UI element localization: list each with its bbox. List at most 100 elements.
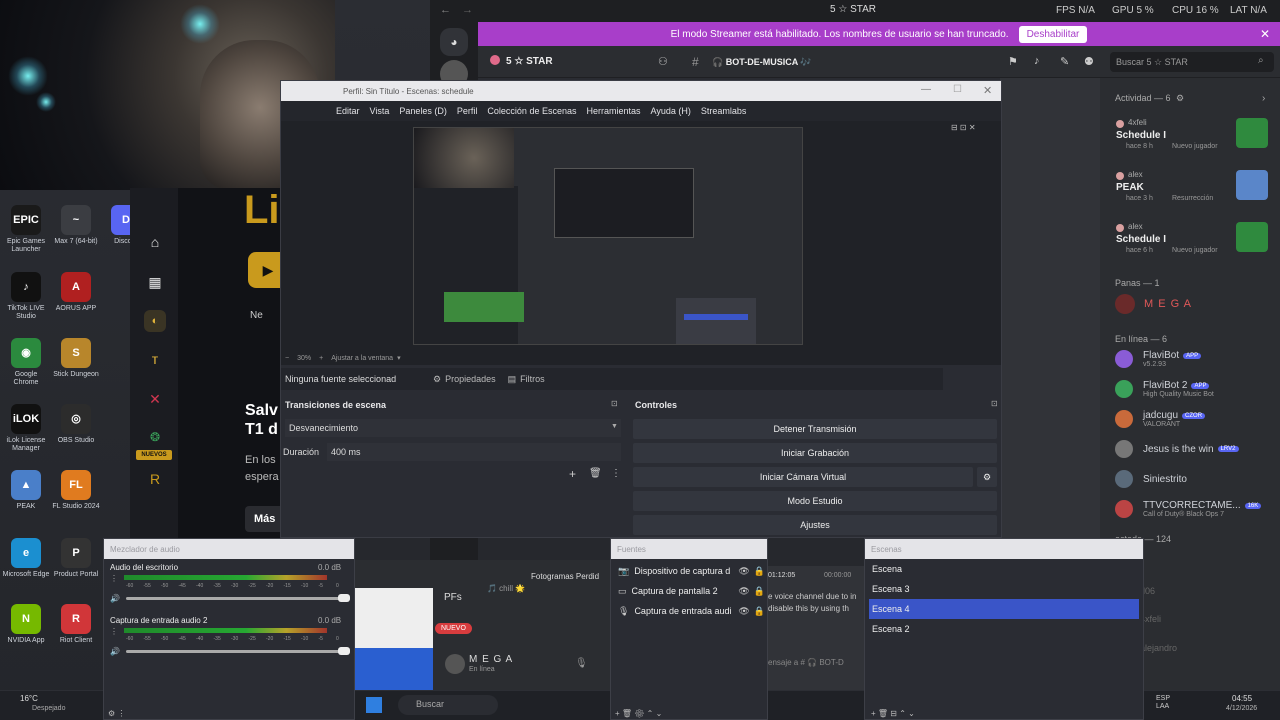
chevron-down-icon[interactable]: ▼ <box>611 423 618 430</box>
mic-icon[interactable]: 🎙 <box>575 658 588 669</box>
taskbar-search[interactable]: Buscar <box>398 695 498 715</box>
avatar[interactable] <box>1116 120 1124 128</box>
desktop-icon[interactable]: ♪ TikTok LIVE Studio <box>2 272 50 320</box>
more-icon[interactable]: ⋮ <box>110 627 118 636</box>
member-item[interactable]: Jesus is the win LRV2 <box>1115 440 1280 458</box>
offline-member[interactable]: alejandro <box>1140 643 1177 653</box>
menu-item[interactable]: Perfil <box>457 106 478 116</box>
member-item[interactable]: jadcugu CZOR VALORANT <box>1115 410 1280 428</box>
menu-item[interactable]: Ayuda (H) <box>651 106 691 116</box>
close-icon[interactable]: ✕ <box>983 84 992 97</box>
avatar[interactable] <box>1116 172 1124 180</box>
mixer-settings-icon[interactable]: ⚙ ⋮ <box>108 709 125 718</box>
sources-toolbar[interactable]: + 🗑 ⚙ ⌃ ⌄ <box>615 709 662 718</box>
transition-select[interactable]: Desvanecimiento <box>285 419 621 437</box>
more-button[interactable]: Más <box>245 506 285 532</box>
trash-icon[interactable]: 🗑 <box>589 468 602 479</box>
clock-time[interactable]: 04:55 <box>1232 694 1252 703</box>
undock-icon[interactable]: ⊡ <box>991 399 998 408</box>
desktop-icon[interactable]: S Stick Dungeon <box>52 338 100 379</box>
game-art[interactable] <box>1236 118 1268 148</box>
control-button[interactable]: Iniciar Cámara Virtual <box>633 467 973 487</box>
avatar[interactable] <box>445 654 465 674</box>
chill-channel[interactable]: 🎵 chill 🌟 <box>487 584 525 593</box>
gear-icon[interactable]: ⚙ <box>977 467 997 487</box>
properties-icon[interactable]: ⚙ <box>433 374 441 385</box>
eye-icon[interactable]: 👁 <box>738 566 749 577</box>
avatar[interactable] <box>1115 294 1135 314</box>
bell-icon[interactable]: ♪ <box>1034 55 1040 67</box>
slider-handle[interactable] <box>338 647 350 655</box>
lock-icon[interactable]: 🔒 <box>754 586 765 597</box>
grid-icon[interactable]: ▦ <box>146 273 164 291</box>
zoom-out-icon[interactable]: − <box>285 355 289 362</box>
maximize-icon[interactable]: ☐ <box>953 84 962 95</box>
menu-item[interactable]: Streamlabs <box>701 106 747 116</box>
properties-button[interactable]: Propiedades <box>445 374 496 384</box>
menu-item[interactable]: Herramientas <box>586 106 640 116</box>
filters-button[interactable]: Filtros <box>520 374 545 384</box>
desktop-icon[interactable]: N NVIDIA App <box>2 604 50 645</box>
source-item[interactable]: 📷 Dispositivo de captura d 👁 🔒 <box>615 561 765 581</box>
control-button[interactable]: Iniciar Grabación <box>633 443 997 463</box>
duration-input[interactable]: 400 ms <box>327 443 621 461</box>
desktop-icon[interactable]: ~ Max 7 (64-bit) <box>52 205 100 246</box>
control-button[interactable]: Ajustes <box>633 515 997 535</box>
forward-icon[interactable]: → <box>462 4 473 16</box>
desktop-icon[interactable]: A AORUS APP <box>52 272 100 313</box>
windows-icon[interactable] <box>366 697 382 713</box>
game-icon[interactable]: ◐ <box>144 310 166 332</box>
avatar[interactable] <box>1116 224 1124 232</box>
app-icon[interactable]: ❂ <box>146 428 164 446</box>
desktop-icon[interactable]: ◉ Google Chrome <box>2 338 50 386</box>
obs-preview-canvas[interactable] <box>413 127 803 345</box>
back-icon[interactable]: ← <box>440 4 451 16</box>
search-input[interactable]: Buscar 5 ☆ STAR <box>1110 52 1274 72</box>
game-art[interactable] <box>1236 222 1268 252</box>
valorant-icon[interactable]: ✕ <box>146 390 164 408</box>
desktop-icon[interactable]: ◎ OBS Studio <box>52 404 100 445</box>
scene-item[interactable]: Escena 4 <box>869 599 1139 619</box>
menu-item[interactable]: Colección de Escenas <box>487 106 576 116</box>
server-name[interactable]: 5 ☆ STAR <box>506 56 553 67</box>
menu-item[interactable]: Paneles (D) <box>399 106 447 116</box>
game-art[interactable] <box>1236 170 1268 200</box>
scene-item[interactable]: Escena 2 <box>869 619 1139 639</box>
control-button[interactable]: Modo Estudio <box>633 491 997 511</box>
member-item[interactable]: Siniestrito <box>1115 470 1280 488</box>
control-button[interactable]: Detener Transmisión <box>633 419 997 439</box>
disable-button[interactable]: Deshabilitar <box>1018 25 1088 43</box>
volume-slider[interactable] <box>126 650 350 653</box>
speaker-icon[interactable]: 🔊 <box>110 594 120 603</box>
message-input[interactable]: ensaje a # 🎧 BOT-D <box>768 658 844 667</box>
threads-icon[interactable]: ⚑ <box>1008 55 1018 68</box>
minimize-icon[interactable]: — <box>921 84 931 95</box>
scenes-toolbar[interactable]: + 🗑 ⊟ ⌃ ⌄ <box>871 709 915 718</box>
voice-user[interactable]: M E G A <box>469 654 513 665</box>
desktop-icon[interactable]: FL FL Studio 2024 <box>52 470 100 511</box>
undock-icon[interactable]: ⊡ <box>611 399 618 408</box>
more-icon[interactable]: ⋮ <box>110 574 118 583</box>
menu-item[interactable]: Editar <box>336 106 360 116</box>
member-item[interactable]: FlaviBot APP v5.2.93 <box>1115 350 1280 368</box>
eye-icon[interactable]: 👁 <box>738 586 749 597</box>
chevron-right-icon[interactable]: › <box>1262 93 1265 104</box>
member-item[interactable]: TTVCORRECTAME... 16K Call of Duty® Black O… <box>1115 500 1280 518</box>
people-icon[interactable]: ⚇ <box>658 55 668 68</box>
desktop-icon[interactable]: ▲ PEAK <box>2 470 50 511</box>
eye-icon[interactable]: 👁 <box>738 606 749 617</box>
riot-icon[interactable]: R <box>146 470 164 488</box>
source-item[interactable]: 🎙 Captura de entrada audi 👁 🔒 <box>615 601 765 621</box>
more-icon[interactable]: ⋮ <box>611 468 621 479</box>
desktop-icon[interactable]: P Product Portal <box>52 538 100 579</box>
lock-icon[interactable]: 🔒 <box>754 566 765 577</box>
gear-icon[interactable]: ⚙ <box>1176 93 1184 104</box>
filters-icon[interactable]: ▤ <box>508 374 517 385</box>
members-icon[interactable]: ⚉ <box>1084 55 1094 68</box>
close-icon[interactable]: ✕ <box>1260 27 1270 41</box>
zoom-in-icon[interactable]: + <box>319 355 323 362</box>
chevron-down-icon[interactable]: ▾ <box>397 354 401 362</box>
desktop-icon[interactable]: e Microsoft Edge <box>2 538 50 579</box>
tft-icon[interactable]: ᴛ <box>146 350 164 368</box>
speaker-icon[interactable]: 🔊 <box>110 647 120 656</box>
